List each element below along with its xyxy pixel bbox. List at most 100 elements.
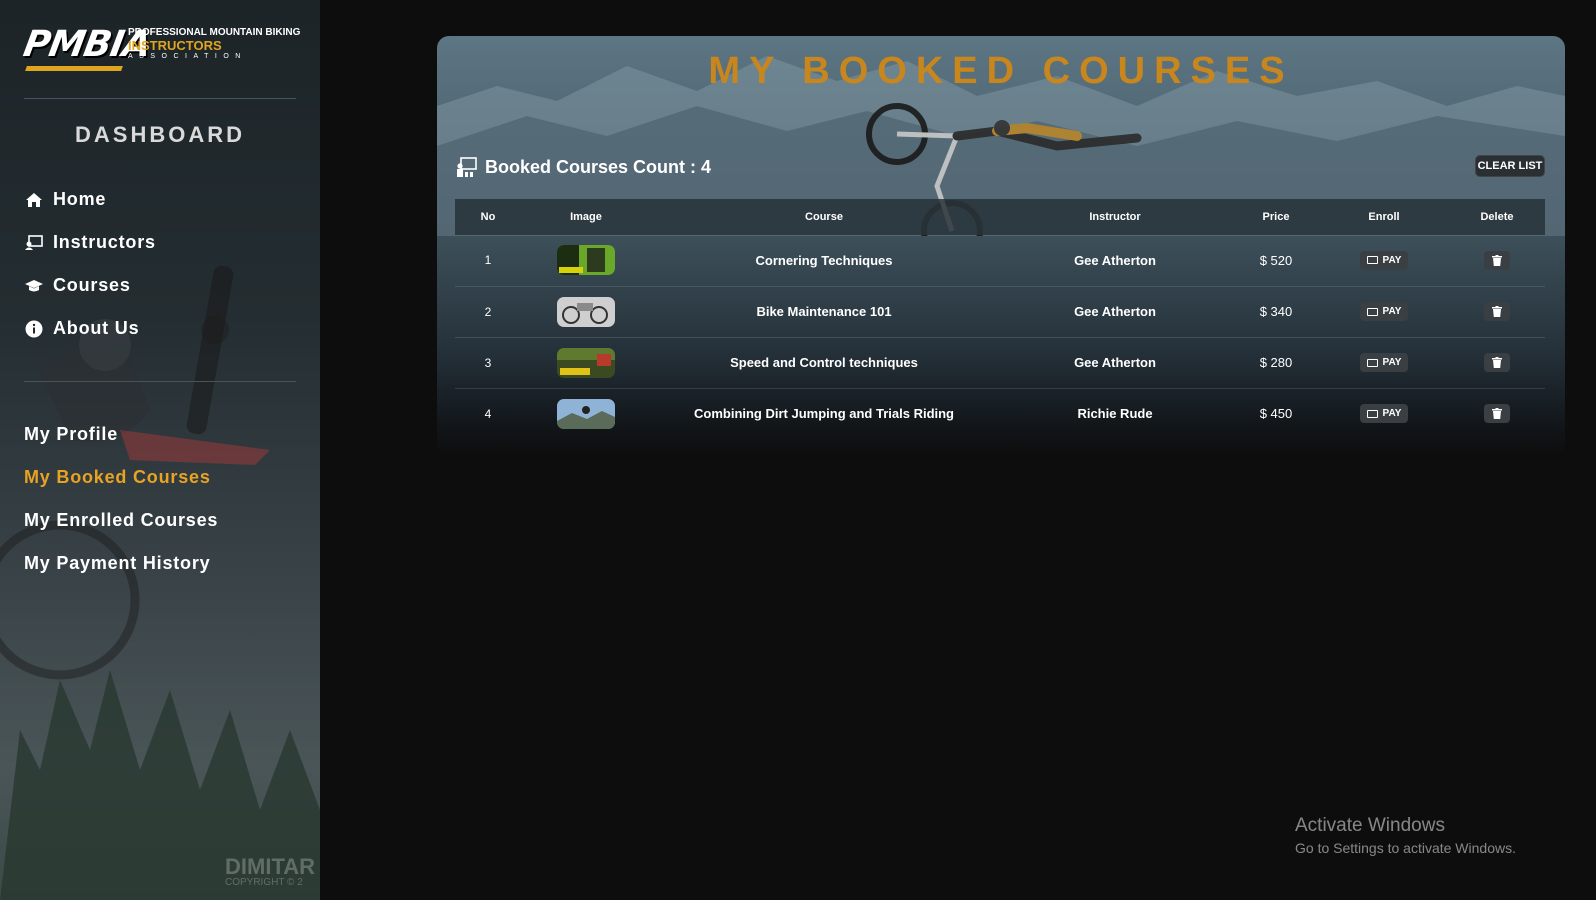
nav-item-courses[interactable]: Courses: [24, 264, 156, 307]
instructor-name: Gee Atherton: [1074, 304, 1156, 319]
clear-list-button[interactable]: CLEAR LIST: [1475, 155, 1545, 177]
nav-label-my-enrolled-courses: My Enrolled Courses: [24, 510, 219, 530]
credit-card-icon: [1366, 358, 1378, 367]
nav-item-my-enrolled-courses[interactable]: My Enrolled Courses: [24, 499, 218, 542]
logo-line-2: INSTRUCTORS: [128, 38, 222, 53]
table-row: 2 Bike Maintenance 101 Gee Atherton $ 34…: [455, 286, 1545, 337]
logo-line-3: ASSOCIATION: [128, 53, 247, 60]
pay-button[interactable]: PAY: [1359, 353, 1409, 372]
nav-label-my-profile: My Profile: [24, 424, 119, 444]
classroom-icon: [455, 156, 477, 178]
page-title: MY BOOKED COURSES: [708, 50, 1294, 92]
row-number: 3: [484, 355, 492, 370]
row-number: 1: [484, 253, 492, 268]
pay-button-label: PAY: [1382, 357, 1402, 368]
course-price: $ 280: [1259, 355, 1293, 370]
credit-card-icon: [1366, 256, 1378, 265]
image-cell: [521, 337, 651, 388]
activation-subtitle: Go to Settings to activate Windows.: [1295, 840, 1516, 856]
pay-button[interactable]: PAY: [1359, 404, 1409, 424]
booked-courses-table: No Image Course Instructor Price Enroll …: [455, 199, 1545, 439]
enroll-cell: PAY: [1319, 286, 1449, 337]
delete-cell: [1449, 286, 1545, 337]
nav-label-courses: Courses: [53, 275, 131, 295]
course-thumbnail: [557, 245, 615, 276]
logo-underline: [25, 66, 123, 71]
course-thumbnail: [557, 347, 615, 378]
activation-title: Activate Windows: [1295, 815, 1445, 836]
pay-button-label: PAY: [1382, 306, 1402, 317]
photo-watermark-copyright: COPYRIGHT © 2: [225, 877, 303, 888]
booked-count-label: Booked Courses Count : 4: [485, 156, 712, 177]
column-header-price: Price: [1262, 211, 1290, 223]
nav-item-about-us[interactable]: About Us: [24, 307, 156, 350]
trash-icon: [1492, 254, 1502, 266]
credit-card-icon: [1366, 307, 1378, 316]
nav-label-home: Home: [53, 189, 107, 209]
enroll-cell: PAY: [1319, 388, 1449, 439]
row-number: 4: [484, 406, 492, 421]
user-nav: My Profile My Booked Courses My Enrolled…: [24, 413, 218, 585]
nav-item-instructors[interactable]: Instructors: [24, 221, 156, 264]
course-price: $ 340: [1259, 304, 1293, 319]
course-price: $ 450: [1259, 406, 1293, 422]
nav-label-my-payment-history: My Payment History: [24, 553, 211, 573]
delete-button[interactable]: [1484, 302, 1510, 321]
nav-item-my-booked-courses[interactable]: My Booked Courses: [24, 456, 218, 499]
delete-cell: [1449, 337, 1545, 388]
course-name: Bike Maintenance 101: [756, 304, 892, 319]
nav-label-instructors: Instructors: [53, 232, 156, 252]
windows-activation-notice: Activate Windows Go to Settings to activ…: [1295, 815, 1516, 856]
course-thumbnail: [557, 296, 615, 327]
delete-button[interactable]: [1484, 353, 1510, 372]
pay-button[interactable]: PAY: [1359, 250, 1409, 270]
enroll-cell: PAY: [1319, 337, 1449, 388]
instructor-name: Gee Atherton: [1074, 252, 1156, 268]
column-header-instructor: Instructor: [1089, 211, 1141, 223]
trash-icon: [1492, 408, 1502, 420]
credit-card-icon: [1366, 409, 1378, 418]
pay-button-label: PAY: [1382, 408, 1402, 420]
column-header-delete: Delete: [1480, 211, 1514, 223]
delete-button[interactable]: [1484, 404, 1510, 424]
image-cell: [521, 286, 651, 337]
course-price: $ 520: [1259, 252, 1293, 268]
column-header-course: Course: [805, 211, 843, 223]
trash-icon: [1492, 357, 1502, 368]
course-name: Combining Dirt Jumping and Trials Riding: [694, 406, 954, 422]
row-number: 2: [484, 304, 492, 319]
graduation-cap-icon: [24, 276, 44, 296]
delete-button[interactable]: [1484, 250, 1510, 270]
image-cell: [521, 235, 651, 286]
brand-logo[interactable]: PMBIA PROFESSIONAL MOUNTAIN BIKING INSTR…: [20, 22, 301, 80]
table-header-row: No Image Course Instructor Price Enroll …: [455, 199, 1545, 235]
course-name: Cornering Techniques: [755, 252, 893, 268]
main-nav: Home Instructors Courses About Us: [24, 178, 156, 350]
sidebar-divider-top: [24, 98, 296, 99]
pay-button[interactable]: PAY: [1359, 302, 1409, 321]
pay-button-label: PAY: [1382, 254, 1402, 266]
enroll-cell: PAY: [1319, 235, 1449, 286]
sidebar: PMBIA PROFESSIONAL MOUNTAIN BIKING INSTR…: [0, 0, 320, 900]
image-cell: [521, 388, 651, 439]
nav-item-my-profile[interactable]: My Profile: [24, 413, 218, 456]
nav-item-home[interactable]: Home: [24, 178, 156, 221]
course-name: Speed and Control techniques: [730, 355, 918, 370]
nav-label-my-booked-courses: My Booked Courses: [24, 467, 211, 487]
instructor-name: Gee Atherton: [1074, 355, 1156, 370]
instructor-icon: [24, 233, 44, 253]
sidebar-divider-middle: [24, 381, 296, 382]
nav-item-my-payment-history[interactable]: My Payment History: [24, 542, 218, 585]
column-header-no: No: [480, 211, 496, 223]
dashboard-title: DASHBOARD: [75, 122, 245, 147]
nav-label-about-us: About Us: [53, 318, 140, 338]
info-icon: [24, 319, 44, 339]
logo-line-1: PROFESSIONAL MOUNTAIN BIKING: [128, 27, 301, 38]
delete-cell: [1449, 235, 1545, 286]
table-row: 1 Cornering Techniques Gee Atherton $ 52…: [455, 235, 1545, 286]
home-icon: [24, 190, 44, 210]
delete-cell: [1449, 388, 1545, 439]
column-header-enroll: Enroll: [1368, 211, 1400, 223]
trash-icon: [1492, 306, 1502, 317]
booked-count: Booked Courses Count : 4: [455, 156, 711, 178]
